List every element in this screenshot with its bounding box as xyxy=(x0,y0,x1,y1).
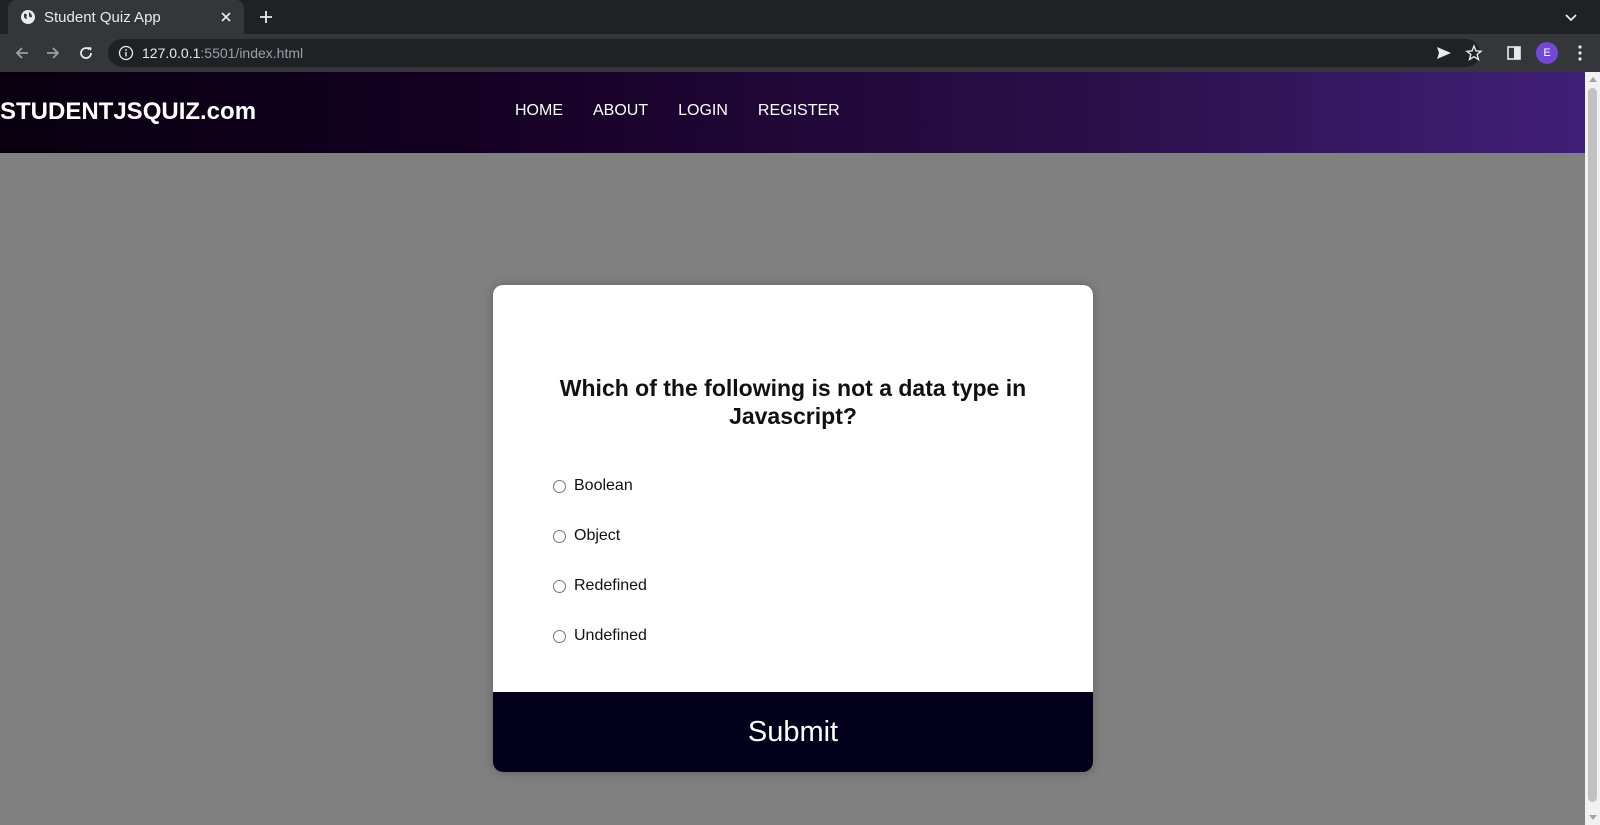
kebab-menu-icon[interactable] xyxy=(1572,43,1588,63)
browser-toolbar: 127.0.0.1:5501/index.html E xyxy=(0,34,1600,72)
answer-option: Undefined xyxy=(553,611,647,661)
url-path: :5501/index.html xyxy=(200,45,304,61)
star-icon[interactable] xyxy=(1464,43,1484,63)
submit-button[interactable]: Submit xyxy=(493,692,1093,772)
browser-tab[interactable]: Student Quiz App xyxy=(8,0,244,34)
page-scrollbar[interactable] xyxy=(1585,72,1600,825)
quiz-question: Which of the following is not a data typ… xyxy=(559,375,1027,429)
answer-radio-object[interactable] xyxy=(553,529,566,543)
info-icon[interactable] xyxy=(118,45,134,61)
site-brand[interactable]: STUDENTJSQUIZ.com xyxy=(0,98,256,126)
page-viewport: STUDENTJSQUIZ.com HOME ABOUT LOGIN REGIS… xyxy=(0,72,1585,825)
answer-label[interactable]: Boolean xyxy=(574,477,633,495)
answer-label[interactable]: Undefined xyxy=(574,627,647,645)
back-arrow-icon[interactable] xyxy=(12,43,32,63)
address-bar[interactable]: 127.0.0.1:5501/index.html xyxy=(108,39,1480,67)
plus-icon[interactable] xyxy=(256,7,276,27)
answer-option: Object xyxy=(553,511,647,561)
scrollbar-thumb[interactable] xyxy=(1588,88,1597,802)
answer-radio-boolean[interactable] xyxy=(553,479,566,493)
nav-register-link[interactable]: REGISTER xyxy=(758,102,840,120)
scroll-down-arrow-icon[interactable] xyxy=(1589,815,1597,820)
reload-icon[interactable] xyxy=(76,43,96,63)
answer-radio-undefined[interactable] xyxy=(553,629,566,643)
answer-label[interactable]: Object xyxy=(574,527,620,545)
url-text: 127.0.0.1:5501/index.html xyxy=(142,45,303,61)
answer-option: Boolean xyxy=(553,461,647,511)
answer-radio-redefined[interactable] xyxy=(553,579,566,593)
close-icon[interactable] xyxy=(218,9,234,25)
chevron-down-icon[interactable] xyxy=(1562,8,1580,26)
tab-title: Student Quiz App xyxy=(44,8,161,26)
main-nav: HOME ABOUT LOGIN REGISTER xyxy=(515,102,840,120)
nav-about-link[interactable]: ABOUT xyxy=(593,102,648,120)
nav-login-link[interactable]: LOGIN xyxy=(678,102,728,120)
send-icon[interactable] xyxy=(1434,43,1454,63)
quiz-card: Which of the following is not a data typ… xyxy=(493,285,1093,772)
globe-favicon-icon xyxy=(21,10,35,24)
browser-tab-bar: Student Quiz App xyxy=(0,0,1600,34)
profile-avatar[interactable]: E xyxy=(1536,42,1558,64)
site-header: STUDENTJSQUIZ.com HOME ABOUT LOGIN REGIS… xyxy=(0,72,1585,153)
answer-label[interactable]: Redefined xyxy=(574,577,647,595)
answer-list: Boolean Object Redefined Undefined xyxy=(553,461,647,661)
answer-option: Redefined xyxy=(553,561,647,611)
nav-home-link[interactable]: HOME xyxy=(515,102,563,120)
url-host: 127.0.0.1 xyxy=(142,45,201,61)
forward-arrow-icon[interactable] xyxy=(43,43,63,63)
scroll-up-arrow-icon[interactable] xyxy=(1589,77,1597,82)
side-panel-icon[interactable] xyxy=(1504,43,1524,63)
